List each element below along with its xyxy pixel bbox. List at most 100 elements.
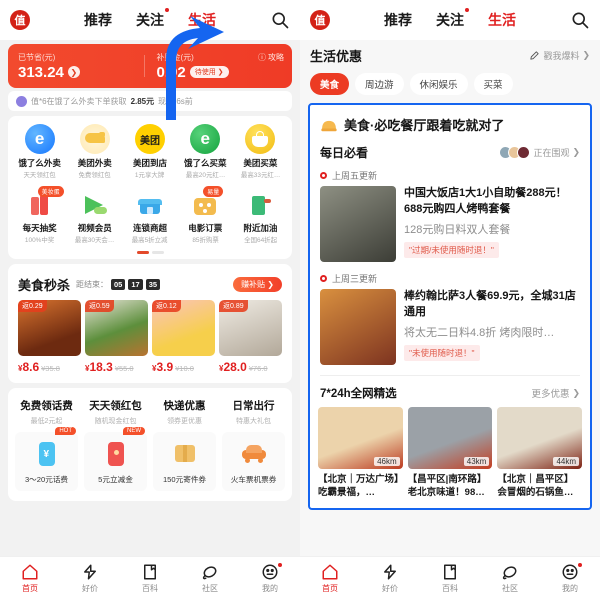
more-deals-label: 更多优惠 [531, 389, 570, 400]
earn-subsidy-button[interactable]: 赚补贴 ❯ [233, 277, 282, 292]
nav-tab-life[interactable]: 生活 [188, 10, 216, 30]
pick-card[interactable]: 46km 【北京｜万达广场】吃霸景福，… [318, 407, 403, 500]
benefit-col[interactable]: 免费领话费 最低2元起 [12, 398, 81, 426]
nav-tab-recommend[interactable]: 推荐 [84, 10, 112, 30]
tabbar-item-community[interactable]: 社区 [180, 563, 240, 594]
tabbar-item-good-price[interactable]: 好价 [60, 563, 120, 594]
nav-tab-follow[interactable]: 关注 [136, 8, 169, 30]
service-item-daily-lottery[interactable]: 美妆蛋 每天抽奖 100%中奖 [12, 186, 67, 245]
nav-tab-follow-badge-dot [465, 8, 469, 12]
guide-link[interactable]: ⓘ 攻略 [258, 52, 284, 63]
chip-grocery[interactable]: 买菜 [473, 73, 513, 95]
benefit-col[interactable]: 天天领红包 随机现金红包 [81, 398, 150, 426]
tag-icon [84, 564, 96, 580]
tabbar-item-mine[interactable]: 我的 [540, 563, 600, 594]
search-icon[interactable] [270, 10, 290, 30]
benefit-col[interactable]: 快递优惠 领券更优惠 [150, 398, 219, 426]
face-icon [262, 564, 278, 580]
left-tabbar: 首页 好价 百科 社区 我的 [0, 556, 300, 600]
watching-entry[interactable]: 正在围观 ❯ [499, 146, 580, 159]
tabbar-item-wiki[interactable]: 百科 [420, 563, 480, 594]
deal-entry[interactable]: 中国大饭店1大1小自助餐288元！688元购四人烤鸭套餐 128元购日料双人套餐… [310, 186, 590, 270]
tabbar-label: 社区 [502, 584, 518, 593]
flash-sale-item[interactable]: 返0.29 ¥8.6 ¥35.8 [18, 300, 81, 374]
mine-badge-dot [578, 563, 582, 567]
left-phone-screen: 值 推荐 关注 生活 已节省(元) 313.24 ❯ 补贴金(元) 0.92 待… [0, 0, 300, 600]
activity-ticker[interactable]: 值*6在饿了么外卖下单获取 2.85元 现金,6s前 [8, 91, 292, 111]
service-item-video-vip[interactable]: 视频会员 最高30天会… [67, 189, 122, 245]
flash-sale-item[interactable]: 返0.89 ¥28.0 ¥76.0 [219, 300, 282, 374]
rebate-badge: 返0.59 [85, 300, 114, 312]
nav-tab-recommend-label: 推荐 [384, 12, 412, 28]
tabbar-item-home[interactable]: 首页 [0, 563, 60, 594]
benefit-tile-box[interactable]: NEW 5元立减金 [84, 427, 147, 491]
pick-thumb: 46km [318, 407, 403, 469]
nav-tab-recommend[interactable]: 推荐 [384, 10, 412, 30]
tabbar-item-community[interactable]: 社区 [480, 563, 540, 594]
report-entry[interactable]: 戳我爆料 ❯ [529, 49, 590, 62]
tabbar-item-home[interactable]: 首页 [300, 563, 360, 594]
service-label: 视频会员 [77, 223, 112, 233]
eleme-green-icon: e [190, 124, 221, 154]
benefit-tile-box[interactable]: 150元寄件券 [153, 432, 216, 491]
rebate-badge: 返0.89 [219, 300, 248, 312]
service-item-meituan-waimai[interactable]: 美团外卖 免费领红包 [67, 124, 122, 180]
burger-thumb: 返0.29 [18, 300, 81, 356]
service-item-eleme-waimai[interactable]: e 饿了么外卖 天天领红包 [12, 124, 67, 180]
nav-tab-follow[interactable]: 关注 [436, 8, 469, 30]
saved-detail-chevron-icon[interactable]: ❯ [67, 66, 80, 78]
chip-leisure-entertainment[interactable]: 休闲娱乐 [409, 73, 468, 95]
watching-avatars [499, 146, 531, 159]
flash-sale-item[interactable]: 返0.59 ¥18.3 ¥55.0 [85, 300, 148, 374]
app-logo[interactable]: 值 [310, 10, 330, 30]
service-label: 美团到店 [133, 158, 168, 168]
service-item-meituan-daodian[interactable]: 美团 美团到店 1元享大牌 [122, 124, 177, 180]
service-item-eleme-maicai[interactable]: e 饿了么买菜 最高20元红… [178, 124, 233, 180]
pager-dot[interactable] [151, 251, 164, 254]
nav-tab-follow-badge-dot [165, 8, 169, 12]
subsidy-status-pill[interactable]: 待使用 ❯ [189, 66, 229, 78]
deal-entry[interactable]: 棒约翰比萨3人餐69.9元，全城31店通用 将太无二日料4.8折 烤肉限时… "… [310, 289, 590, 373]
benefit-tile-redpacket[interactable]: NEW 5元立减金 [81, 426, 150, 491]
update-dot-icon [320, 172, 327, 179]
search-icon[interactable] [570, 10, 590, 30]
service-item-movie-ticket[interactable]: 易量 电影订票 85折购票 [178, 186, 233, 245]
benefit-sub: 随机现金红包 [94, 416, 137, 425]
distance-badge: 46km [374, 457, 400, 466]
chip-nearby-travel[interactable]: 周边游 [355, 73, 404, 95]
category-chips: 美食 周边游 休闲娱乐 买菜 [300, 67, 600, 103]
flash-sale-price: ¥18.3 ¥55.0 [85, 360, 134, 374]
picks-row: 46km 【北京｜万达广场】吃霸景福，… 43km 【昌平区|南环路】老北京味道… [310, 407, 590, 508]
benefit-col[interactable]: 日常出行 特惠大礼包 [219, 398, 288, 426]
grid-pager[interactable] [12, 251, 288, 254]
tabbar-item-good-price[interactable]: 好价 [360, 563, 420, 594]
service-item-meituan-maicai[interactable]: 美团买菜 最高33元红… [233, 124, 288, 180]
benefit-tile-travel[interactable]: 火车票机票券 [219, 426, 288, 491]
service-item-chain-store[interactable]: 连锁商超 最高5折立减 [122, 189, 177, 245]
app-logo[interactable]: 值 [10, 10, 30, 30]
tabbar-item-mine[interactable]: 我的 [240, 563, 300, 594]
must-eat-banner[interactable]: 美食·必吃餐厅跟着吃就对了 [310, 105, 590, 140]
pencil-icon [530, 51, 540, 60]
benefit-label: 3～20元话费 [24, 475, 69, 484]
benefit-tile-parcel[interactable]: 150元寄件券 [150, 426, 219, 491]
flash-sale-price: ¥28.0 ¥76.0 [219, 360, 268, 374]
benefit-tile-box[interactable]: HOT ¥ 3～20元话费 [15, 427, 78, 491]
chip-food[interactable]: 美食 [310, 73, 350, 95]
pager-dot-active[interactable] [136, 251, 149, 254]
pick-card[interactable]: 43km 【昌平区|南环路】老北京味道！98… [407, 407, 493, 500]
nav-tab-life[interactable]: 生活 [488, 10, 516, 30]
pick-card[interactable]: 44km 【北京｜昌平区】会冒烟的石锅鱼… [497, 407, 583, 500]
original-price: ¥55.0 [114, 364, 134, 373]
left-nav-tabs: 推荐 关注 生活 [30, 8, 270, 30]
flash-sale-item[interactable]: 返0.12 ¥3.9 ¥10.0 [152, 300, 215, 374]
more-deals-link[interactable]: 更多优惠 ❯ [531, 386, 580, 401]
savings-banner[interactable]: 已节省(元) 313.24 ❯ 补贴金(元) 0.92 待使用 ❯ ⓘ 攻略 [8, 44, 292, 88]
benefit-tile-box[interactable]: 火车票机票券 [222, 432, 285, 491]
tabbar-item-wiki[interactable]: 百科 [120, 563, 180, 594]
service-label: 美团买菜 [243, 158, 278, 168]
daily-must-see-row[interactable]: 每日必看 正在围观 ❯ [310, 140, 590, 167]
benefit-tile-phone-credit[interactable]: HOT ¥ 3～20元话费 [12, 426, 81, 491]
distance-badge: 44km [553, 457, 580, 466]
service-item-nearby-fuel[interactable]: 附近加油 全国64折起 [233, 189, 288, 245]
